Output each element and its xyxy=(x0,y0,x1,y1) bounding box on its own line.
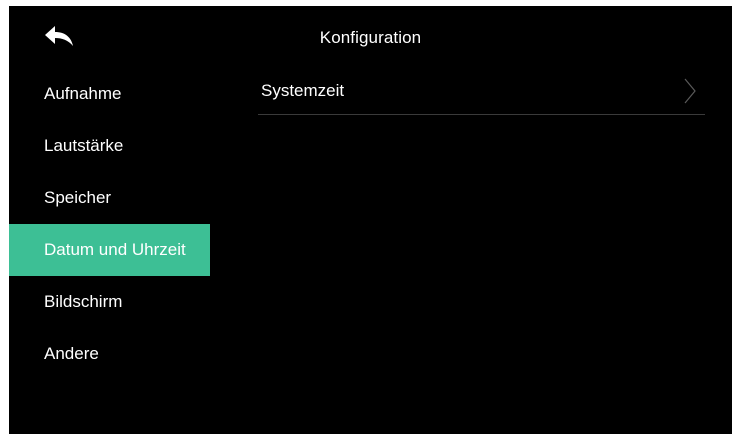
sidebar: Aufnahme Lautstärke Speicher Datum und U… xyxy=(9,68,210,380)
sidebar-item-andere[interactable]: Andere xyxy=(9,328,210,380)
settings-list: Systemzeit xyxy=(258,68,705,115)
sidebar-item-aufnahme[interactable]: Aufnahme xyxy=(9,68,210,120)
sidebar-item-bildschirm[interactable]: Bildschirm xyxy=(9,276,210,328)
sidebar-item-speicher[interactable]: Speicher xyxy=(9,172,210,224)
sidebar-item-label: Bildschirm xyxy=(44,292,123,311)
sidebar-item-lautstaerke[interactable]: Lautstärke xyxy=(9,120,210,172)
device-screen: Konfiguration Aufnahme Lautstärke Speich… xyxy=(9,6,732,434)
chevron-right-icon xyxy=(683,77,697,105)
sidebar-item-label: Lautstärke xyxy=(44,136,124,155)
sidebar-item-label: Andere xyxy=(44,344,99,363)
page-title: Konfiguration xyxy=(319,28,422,47)
sidebar-item-label: Aufnahme xyxy=(44,84,122,103)
setting-row-systemzeit[interactable]: Systemzeit xyxy=(258,68,705,115)
top-bar: Konfiguration xyxy=(9,6,732,68)
sidebar-item-label: Speicher xyxy=(44,188,112,207)
sidebar-item-label: Datum und Uhrzeit xyxy=(44,240,186,259)
setting-row-label: Systemzeit xyxy=(261,81,345,100)
sidebar-item-datum-und-uhrzeit[interactable]: Datum und Uhrzeit xyxy=(9,224,210,276)
